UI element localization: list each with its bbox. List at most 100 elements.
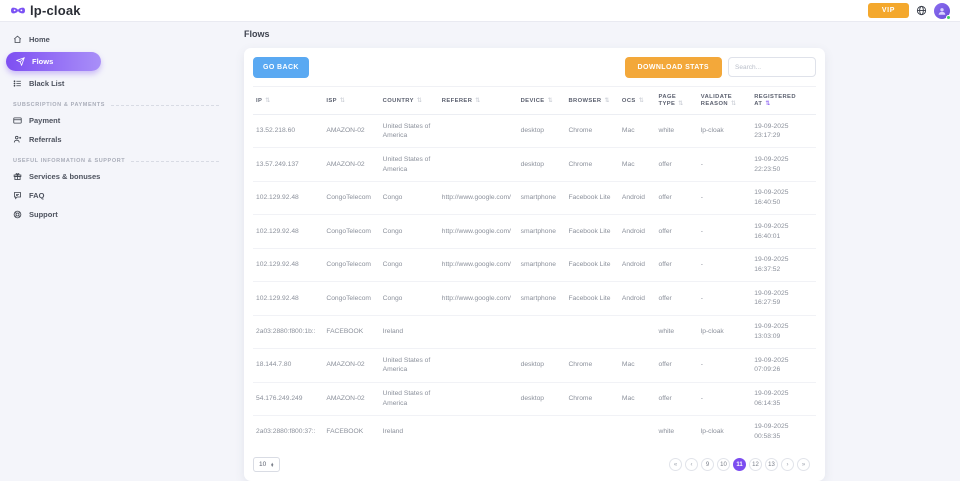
pagination-page-10[interactable]: 10 bbox=[717, 458, 730, 471]
cell-referer bbox=[439, 315, 518, 348]
gift-icon bbox=[13, 172, 22, 181]
pagination-last[interactable]: » bbox=[797, 458, 810, 471]
cell-page_type: offer bbox=[656, 148, 698, 181]
pagination-page-9[interactable]: 9 bbox=[701, 458, 714, 471]
table-row[interactable]: 2a03:2880:f800:37::FACEBOOKIrelandwhitel… bbox=[253, 415, 816, 448]
sidebar-item-support[interactable]: Support bbox=[0, 205, 232, 224]
cell-country: Congo bbox=[380, 282, 439, 315]
home-icon bbox=[13, 35, 22, 44]
sidebar: Home Flows Black List SUBSCRIPTION & PAY… bbox=[0, 22, 232, 472]
vip-button[interactable]: VIP bbox=[868, 3, 909, 18]
sidebar-item-payment[interactable]: Payment bbox=[0, 111, 232, 130]
table-row[interactable]: 102.129.92.48CongoTelecomCongohttp://www… bbox=[253, 282, 816, 315]
logo-text: lp-cloak bbox=[30, 3, 81, 18]
sidebar-item-label: Payment bbox=[29, 116, 60, 125]
pagination-first[interactable]: « bbox=[669, 458, 682, 471]
cell-referer: http://www.google.com/ bbox=[439, 282, 518, 315]
cell-page_type: offer bbox=[656, 248, 698, 281]
pagination-page-11[interactable]: 11 bbox=[733, 458, 746, 471]
column-label: VALIDATE REASON bbox=[701, 94, 732, 107]
column-header-country[interactable]: COUNTRY⇅ bbox=[380, 87, 439, 115]
cell-device: smartphone bbox=[518, 215, 566, 248]
cell-browser: Facebook Lite bbox=[565, 215, 618, 248]
cell-page_type: white bbox=[656, 315, 698, 348]
sidebar-item-label: FAQ bbox=[29, 191, 44, 200]
table-row[interactable]: 2a03:2880:f800:1b::FACEBOOKIrelandwhitel… bbox=[253, 315, 816, 348]
sidebar-item-referrals[interactable]: Referrals bbox=[0, 130, 232, 149]
sort-icon[interactable]: ⇅ bbox=[639, 98, 644, 104]
cell-referer bbox=[439, 349, 518, 382]
sidebar-item-flows[interactable]: Flows bbox=[6, 52, 101, 71]
page-size-select[interactable]: 10 ▲▼ bbox=[253, 457, 280, 472]
column-header-validate_reason[interactable]: VALIDATE REASON⇅ bbox=[698, 87, 751, 115]
cell-registered_at: 19-09-2025 16:37:52 bbox=[751, 248, 816, 281]
column-header-ocs[interactable]: OCS⇅ bbox=[619, 87, 656, 115]
table-row[interactable]: 102.129.92.48CongoTelecomCongohttp://www… bbox=[253, 215, 816, 248]
column-header-page_type[interactable]: PAGE TYPE⇅ bbox=[656, 87, 698, 115]
column-label: COUNTRY bbox=[383, 98, 414, 104]
cell-referer bbox=[439, 148, 518, 181]
cell-ocs: Android bbox=[619, 248, 656, 281]
download-stats-button[interactable]: DOWNLOAD STATS bbox=[625, 57, 722, 78]
cell-validate_reason: lp-cloak bbox=[698, 415, 751, 448]
cell-isp: CongoTelecom bbox=[323, 282, 379, 315]
cell-isp: CongoTelecom bbox=[323, 215, 379, 248]
cell-device bbox=[518, 315, 566, 348]
user-avatar[interactable] bbox=[934, 3, 950, 19]
sort-icon[interactable]: ⇅ bbox=[731, 101, 736, 107]
sort-icon[interactable]: ⇅ bbox=[265, 98, 270, 104]
sort-icon[interactable]: ⇅ bbox=[417, 98, 422, 104]
cell-registered_at: 19-09-2025 16:40:01 bbox=[751, 215, 816, 248]
sort-icon[interactable]: ⇅ bbox=[475, 98, 480, 104]
cell-isp: CongoTelecom bbox=[323, 248, 379, 281]
sort-icon[interactable]: ⇅ bbox=[605, 98, 610, 104]
sidebar-item-label: Flows bbox=[32, 57, 53, 66]
cell-isp: CongoTelecom bbox=[323, 181, 379, 214]
credit-card-icon bbox=[13, 116, 22, 125]
sidebar-item-faq[interactable]: FAQ bbox=[0, 186, 232, 205]
cell-isp: FACEBOOK bbox=[323, 415, 379, 448]
sidebar-item-home[interactable]: Home bbox=[0, 30, 232, 49]
cell-validate_reason: - bbox=[698, 181, 751, 214]
column-header-ip[interactable]: IP⇅ bbox=[253, 87, 323, 115]
sidebar-item-black-list[interactable]: Black List bbox=[0, 74, 232, 93]
column-header-referer[interactable]: REFERER⇅ bbox=[439, 87, 518, 115]
logo[interactable]: lp-cloak bbox=[10, 3, 81, 18]
go-back-button[interactable]: GO BACK bbox=[253, 57, 309, 78]
pagination-prev[interactable]: ‹ bbox=[685, 458, 698, 471]
cell-device: desktop bbox=[518, 349, 566, 382]
top-bar: lp-cloak VIP bbox=[0, 0, 960, 22]
column-header-browser[interactable]: BROWSER⇅ bbox=[565, 87, 618, 115]
table-row[interactable]: 102.129.92.48CongoTelecomCongohttp://www… bbox=[253, 181, 816, 214]
sidebar-item-label: Referrals bbox=[29, 135, 62, 144]
pagination-page-13[interactable]: 13 bbox=[765, 458, 778, 471]
column-header-device[interactable]: DEVICE⇅ bbox=[518, 87, 566, 115]
table-row[interactable]: 13.52.218.60AMAZON-02United States of Am… bbox=[253, 115, 816, 148]
cell-ip: 2a03:2880:f800:1b:: bbox=[253, 315, 323, 348]
sort-icon[interactable]: ⇅ bbox=[678, 101, 683, 107]
sort-icon[interactable]: ⇅ bbox=[765, 101, 770, 107]
sidebar-item-label: Black List bbox=[29, 79, 64, 88]
table-row[interactable]: 102.129.92.48CongoTelecomCongohttp://www… bbox=[253, 248, 816, 281]
table-row[interactable]: 54.176.249.249AMAZON-02United States of … bbox=[253, 382, 816, 415]
cell-ocs bbox=[619, 315, 656, 348]
column-label: DEVICE bbox=[521, 98, 545, 104]
sort-icon[interactable]: ⇅ bbox=[548, 98, 553, 104]
online-status-dot bbox=[946, 15, 951, 20]
lifebuoy-icon bbox=[13, 210, 22, 219]
cell-page_type: offer bbox=[656, 382, 698, 415]
sidebar-item-services-bonuses[interactable]: Services & bonuses bbox=[0, 167, 232, 186]
column-header-registered_at[interactable]: REGISTERED AT⇅ bbox=[751, 87, 816, 115]
cell-country: United States of America bbox=[380, 148, 439, 181]
table-row[interactable]: 18.144.7.80AMAZON-02United States of Ame… bbox=[253, 349, 816, 382]
pagination-next[interactable]: › bbox=[781, 458, 794, 471]
search-input[interactable] bbox=[728, 57, 816, 77]
sort-icon[interactable]: ⇅ bbox=[340, 98, 345, 104]
language-globe-icon[interactable] bbox=[916, 5, 927, 16]
cell-referer: http://www.google.com/ bbox=[439, 215, 518, 248]
table-row[interactable]: 13.57.249.137AMAZON-02United States of A… bbox=[253, 148, 816, 181]
cell-isp: AMAZON-02 bbox=[323, 148, 379, 181]
column-header-isp[interactable]: ISP⇅ bbox=[323, 87, 379, 115]
cell-page_type: white bbox=[656, 415, 698, 448]
pagination-page-12[interactable]: 12 bbox=[749, 458, 762, 471]
